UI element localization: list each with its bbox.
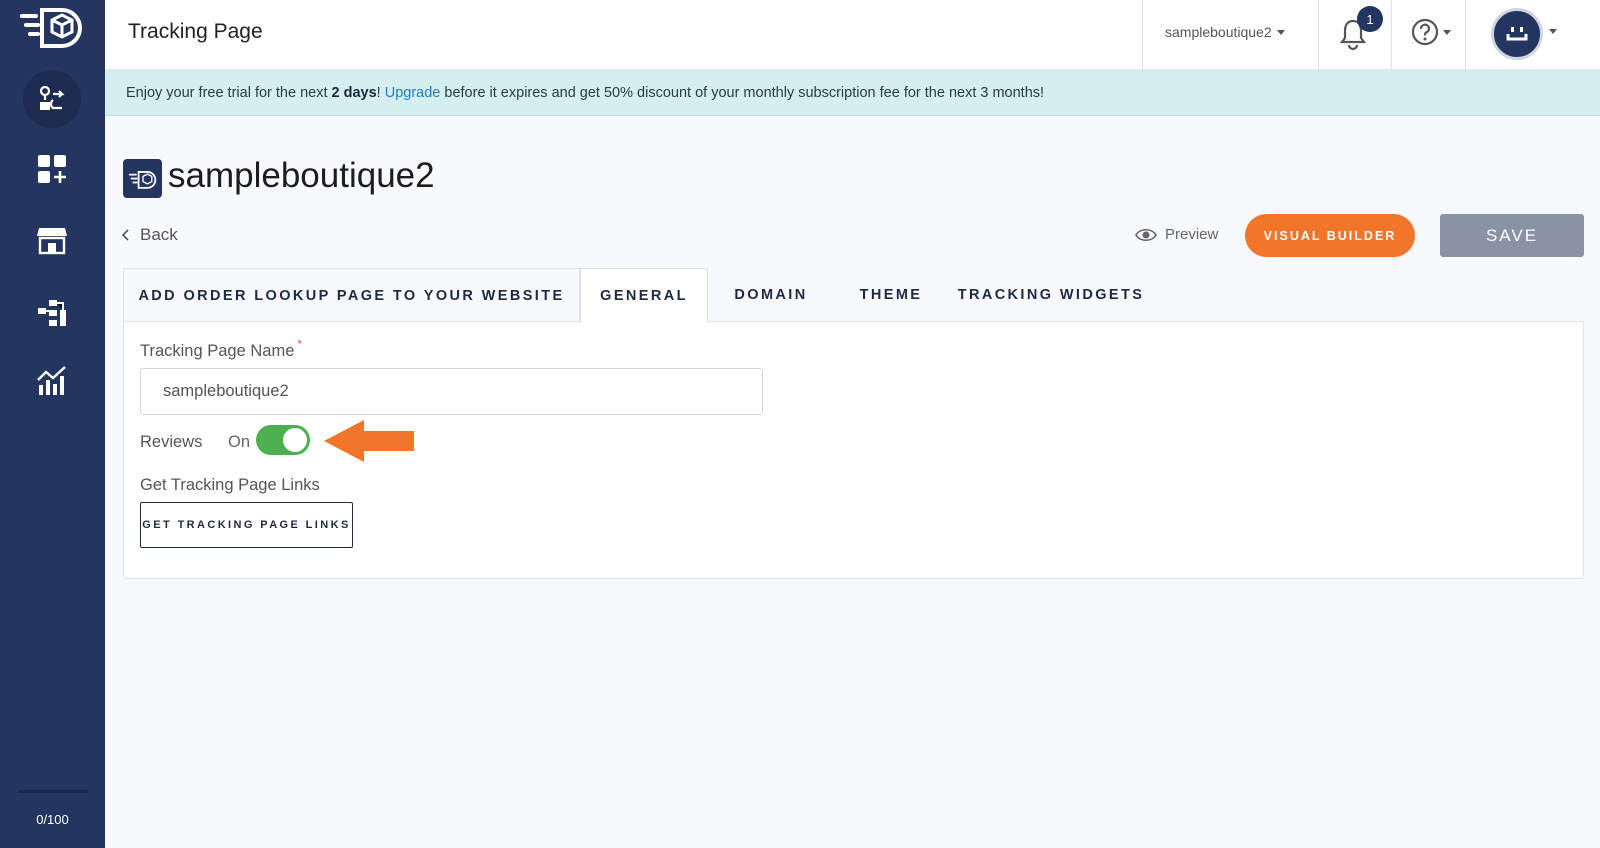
question-circle-icon [1411, 18, 1439, 46]
reviews-toggle[interactable] [256, 425, 310, 455]
arrow-left-icon [324, 420, 414, 462]
tracking-page-name-label-text: Tracking Page Name [140, 342, 295, 360]
box-delivery-logo-icon [128, 170, 156, 189]
tab-add-order-lookup[interactable]: ADD ORDER LOOKUP PAGE TO YOUR WEBSITE [123, 268, 580, 322]
analytics-icon [37, 366, 66, 395]
tab-theme[interactable]: THEME [834, 268, 948, 322]
chevron-left-icon [122, 229, 129, 241]
tab-bar: ADD ORDER LOOKUP PAGE TO YOUR WEBSITE GE… [123, 268, 1584, 323]
reviews-label: Reviews [140, 433, 203, 451]
header-divider [1465, 0, 1466, 70]
box-delivery-logo-icon[interactable] [18, 4, 86, 48]
header-divider [1142, 0, 1143, 70]
shipments-icon [39, 85, 65, 110]
chevron-down-icon [1276, 29, 1285, 35]
reviews-state-label: On [228, 433, 251, 451]
tracking-page-name-input[interactable] [140, 368, 763, 415]
eye-icon [1135, 228, 1157, 241]
upgrade-link[interactable]: Upgrade [385, 85, 441, 101]
header-divider [1391, 0, 1392, 70]
sidebar-item-shipments[interactable] [23, 70, 81, 128]
store-selector[interactable]: sampleboutique2 [1165, 24, 1285, 40]
store-icon [37, 228, 67, 255]
sidebar-item-analytics[interactable] [23, 352, 81, 410]
sidebar-item-store[interactable] [23, 211, 81, 269]
tracking-links-label: Get Tracking Page Links [140, 476, 320, 494]
page-title: Tracking Page [128, 20, 263, 43]
chevron-down-icon [1443, 29, 1451, 35]
banner-text-prefix: Enjoy your free trial for the next [126, 85, 332, 101]
general-settings-panel: Tracking Page Name* Reviews On Get Track… [123, 321, 1584, 579]
preview-label: Preview [1165, 226, 1219, 243]
sidebar-item-workflow[interactable] [23, 284, 81, 342]
store-heading: sampleboutique2 [168, 156, 435, 195]
required-mark: * [297, 337, 303, 351]
avatar[interactable] [1491, 8, 1543, 60]
banner-days: 2 days [331, 85, 377, 101]
visual-builder-button[interactable]: VISUAL BUILDER [1245, 214, 1415, 257]
preview-link[interactable]: Preview [1135, 226, 1218, 243]
apps-add-icon [38, 155, 66, 183]
workflow-icon [38, 300, 66, 326]
sidebar-divider [18, 790, 88, 793]
store-selector-label: sampleboutique2 [1165, 24, 1272, 40]
user-avatar-icon [1506, 27, 1528, 41]
tab-tracking-widgets[interactable]: TRACKING WIDGETS [948, 268, 1154, 322]
header-divider [1318, 0, 1319, 70]
chevron-down-icon[interactable] [1549, 29, 1557, 34]
get-tracking-links-button[interactable]: GET TRACKING PAGE LINKS [140, 502, 353, 548]
back-label: Back [140, 225, 178, 244]
sidebar: 0/100 [0, 0, 105, 848]
sidebar-item-apps[interactable] [23, 140, 81, 198]
usage-counter: 0/100 [36, 812, 69, 827]
banner-text-suffix: before it expires and get 50% discount o… [440, 85, 1045, 101]
top-header: Tracking Page sampleboutique2 1 [105, 0, 1600, 70]
help-menu[interactable] [1411, 18, 1451, 46]
tab-general[interactable]: GENERAL [580, 268, 708, 323]
tracking-page-name-label: Tracking Page Name * [140, 337, 302, 361]
banner-excl: ! [376, 85, 385, 101]
toggle-knob [283, 428, 307, 452]
store-logo [123, 159, 162, 198]
save-button[interactable]: SAVE [1440, 214, 1584, 257]
trial-banner: Enjoy your free trial for the next 2 day… [105, 70, 1600, 116]
notification-badge: 1 [1357, 6, 1383, 32]
tab-domain[interactable]: DOMAIN [708, 268, 834, 322]
back-link[interactable]: Back [122, 225, 178, 245]
